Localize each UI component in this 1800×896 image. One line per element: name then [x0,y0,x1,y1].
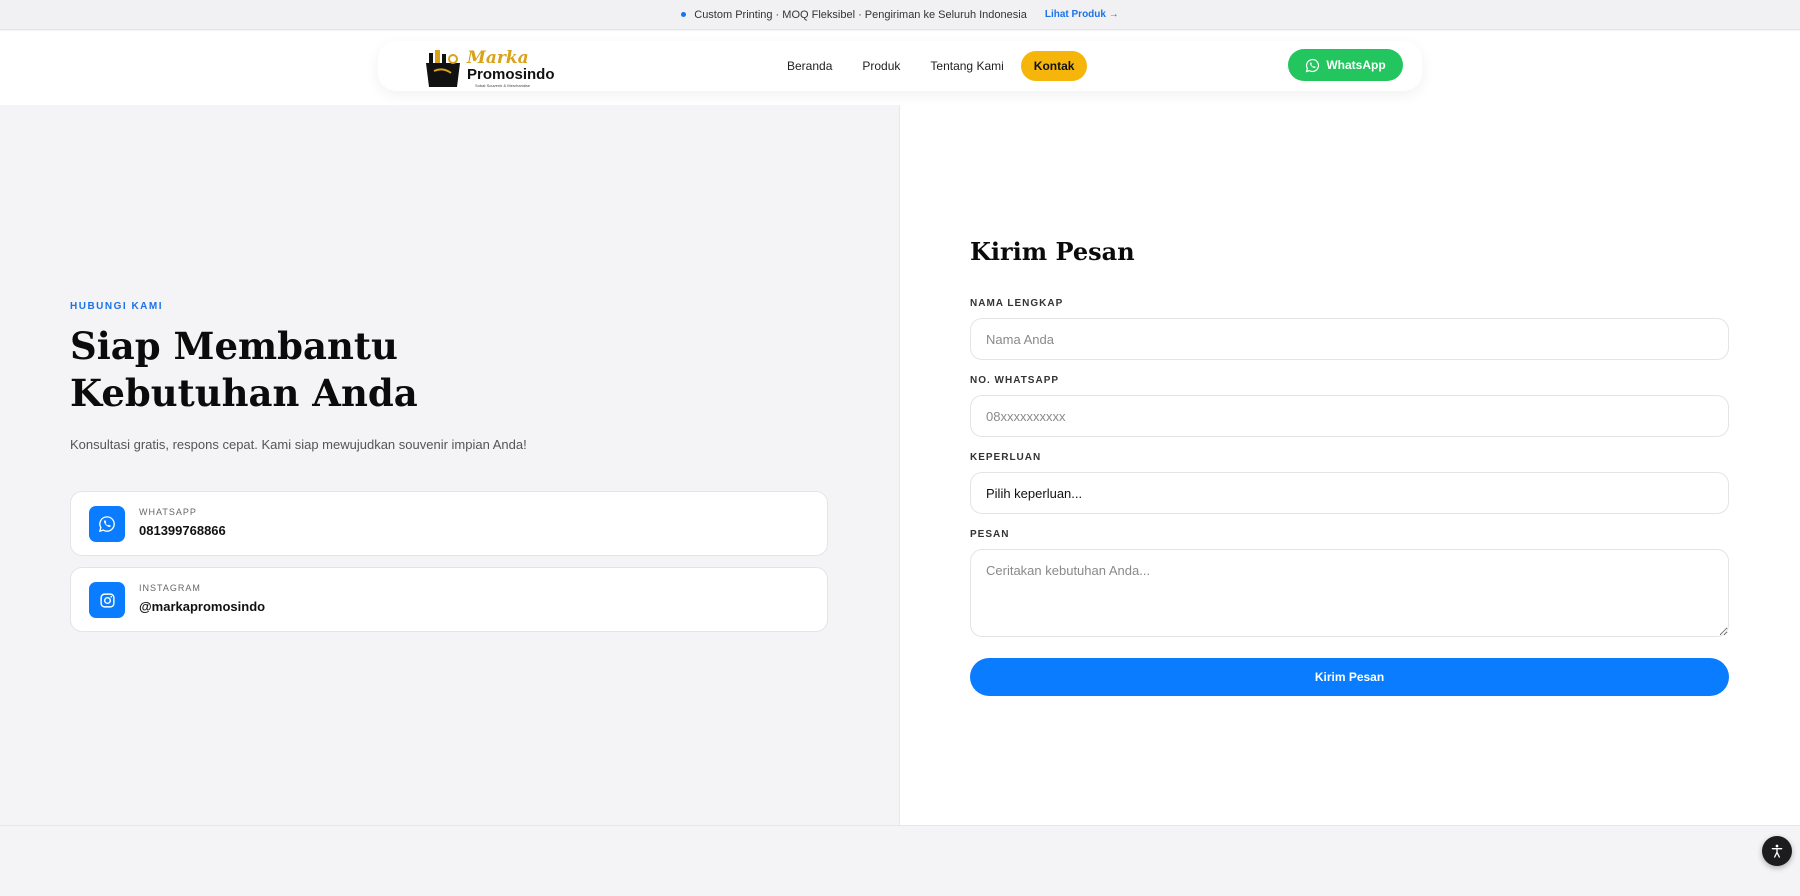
contact-card-instagram[interactable]: INSTAGRAM @markapromosindo [70,567,828,632]
contact-value: 081399768866 [139,523,226,538]
main-nav: Beranda Produk Tentang Kami Kontak [774,51,1091,81]
whatsapp-cta-button[interactable]: WhatsApp [1288,49,1403,81]
contact-label: INSTAGRAM [139,583,201,593]
navbar: Marka Promosindo Sobat Souvenir & Mercha… [378,41,1422,91]
page-title: Siap Membantu Kebutuhan Anda [70,323,670,417]
page-title-line-2: Kebutuhan Anda [70,371,418,415]
purpose-select[interactable]: Pilih keperluan... [970,472,1729,514]
site-header: Marka Promosindo Sobat Souvenir & Mercha… [0,31,1800,105]
contact-form-panel: Kirim Pesan NAMA LENGKAP NO. WHATSAPP KE… [900,105,1800,825]
logo-text-marka: Marka [467,48,529,68]
name-input[interactable] [970,318,1729,360]
announcement-bar: Custom Printing · MOQ Fleksibel · Pengir… [0,0,1800,30]
nav-item-beranda[interactable]: Beranda [774,51,845,81]
nav-item-produk[interactable]: Produk [849,51,913,81]
contact-card-whatsapp[interactable]: WHATSAPP 081399768866 [70,491,828,556]
logo-text-promosindo: Promosindo [467,66,555,83]
accessibility-button[interactable] [1762,836,1792,866]
whatsapp-number-input[interactable] [970,395,1729,437]
submit-button[interactable]: Kirim Pesan [970,658,1729,696]
logo[interactable]: Marka Promosindo Sobat Souvenir & Mercha… [423,45,555,89]
whatsapp-icon [89,506,125,542]
section-eyebrow: HUBUNGI KAMI [70,301,163,312]
footer-strip [0,825,1800,896]
announcement-message: Custom Printing · MOQ Fleksibel · Pengir… [681,9,1027,21]
purpose-select-value: Pilih keperluan... [986,485,1083,501]
whatsapp-cta-label: WhatsApp [1326,58,1386,72]
page-subtitle: Konsultasi gratis, respons cepat. Kami s… [70,437,527,452]
see-products-link[interactable]: Lihat Produk → [1045,9,1119,20]
logo-bag-icon [426,50,460,87]
purpose-label: KEPERLUAN [970,452,1042,463]
nav-item-tentang-kami[interactable]: Tentang Kami [917,51,1016,81]
logo-tagline: Sobat Souvenir & Merchandise [475,83,531,88]
instagram-icon [89,582,125,618]
form-title: Kirim Pesan [970,237,1135,266]
message-label: PESAN [970,529,1010,540]
phone-label: NO. WHATSAPP [970,375,1060,386]
contact-label: WHATSAPP [139,507,197,517]
bullet-dot-icon [681,12,687,17]
message-textarea[interactable] [970,549,1729,637]
accessibility-icon [1771,844,1783,858]
name-label: NAMA LENGKAP [970,298,1064,309]
contact-value: @markapromosindo [139,599,266,614]
nav-item-kontak[interactable]: Kontak [1020,51,1088,81]
contact-info-panel: HUBUNGI KAMI Siap Membantu Kebutuhan And… [0,105,900,825]
announcement-text: Custom Printing · MOQ Fleksibel · Pengir… [694,8,1027,21]
whatsapp-icon [1305,58,1320,72]
page-title-line-1: Siap Membantu [70,324,398,368]
